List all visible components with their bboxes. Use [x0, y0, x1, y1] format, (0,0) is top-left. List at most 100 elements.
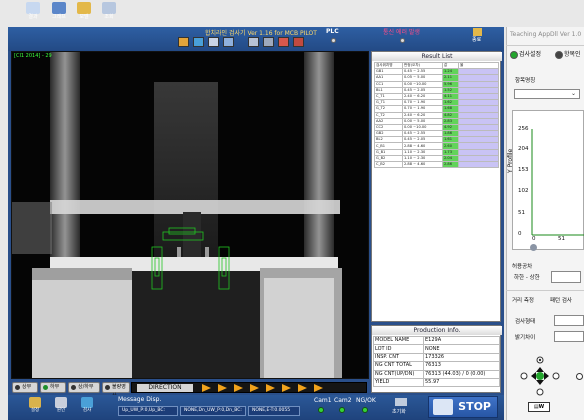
x-tick-label: 51	[558, 236, 565, 242]
cam1-label: Cam1	[314, 397, 332, 404]
x-tick-label: 0	[532, 236, 536, 242]
image-icon[interactable]	[223, 37, 234, 47]
direction-arrow-icon	[234, 384, 243, 392]
ngok-status-lamp	[362, 407, 368, 413]
y-tick-label: 256	[518, 126, 529, 132]
message-box-3: NONE,E-T:0.0055	[248, 406, 300, 416]
info-label: NG CNT TOTAL	[373, 361, 424, 371]
message-display-title: Message Disp.	[118, 396, 162, 403]
table-row: MODEL NAME E129A	[373, 335, 500, 346]
radio-top-bottom[interactable]: 상/하부	[68, 382, 100, 393]
cause-icon	[55, 397, 67, 408]
result-list-title: Result List	[372, 52, 502, 61]
cause-button[interactable]: 원인	[50, 397, 72, 414]
tolerance-input[interactable]	[551, 271, 581, 283]
production-info-panel: Production Info. MODEL NAME E129A LOT ID NO…	[371, 325, 502, 393]
direction-arrow-icon	[266, 384, 275, 392]
tab-inspection-settings[interactable]: 검사설정	[510, 49, 541, 60]
tolerance-label: 허용공차	[512, 264, 533, 270]
step-button[interactable]: ▤W	[528, 402, 550, 412]
info-value: 76313	[423, 361, 500, 371]
search-icon	[102, 2, 116, 14]
message-box-2: NONE,Dn_UW_P:0,Dn_BC:	[180, 406, 246, 416]
reset-icon[interactable]	[395, 398, 407, 406]
toolbar-model-button[interactable]: 모델	[73, 2, 95, 23]
y-tick-label: 102	[518, 188, 529, 194]
inspection-type-input[interactable]	[554, 315, 584, 326]
plc-label: PLC	[326, 28, 339, 35]
radio-top[interactable]: 상부	[12, 382, 38, 393]
inspect-icon	[81, 397, 93, 408]
ngok-label: NG/OK	[356, 397, 376, 404]
radio-bottom[interactable]: 하부	[40, 382, 66, 393]
viewport-status: [CI1 2014] - 29	[14, 53, 52, 59]
model-icon	[77, 2, 91, 14]
inspection-image-viewport[interactable]: [CI1 2014] - 29	[11, 51, 369, 379]
tab-pattern[interactable]: 패턴 검사	[550, 296, 572, 304]
record-icon[interactable]	[278, 37, 289, 47]
inspection-image	[12, 52, 368, 378]
table-row: LOT ID NONE	[373, 344, 500, 354]
grid-icon[interactable]	[208, 37, 219, 47]
direction-arrow-icon	[314, 384, 323, 392]
copy-icon[interactable]	[263, 37, 274, 47]
teaching-window-title: Teaching AppDll Ver 1.0	[510, 31, 582, 38]
y-tick-label: 153	[518, 167, 529, 173]
info-value: 76313 (44.03) / 0 (0.00)	[423, 369, 500, 379]
reset-label[interactable]: 초기화	[392, 408, 406, 415]
cam1-status-lamp	[318, 407, 324, 413]
info-value: NONE	[423, 344, 500, 354]
alarm-indicator	[400, 38, 405, 43]
toolbar-result-button[interactable]: 결과	[22, 2, 44, 23]
exit-label[interactable]: 종료	[472, 36, 481, 43]
info-label: LOT ID	[373, 344, 424, 354]
layers-icon[interactable]	[193, 37, 204, 47]
info-value: 173326	[423, 352, 500, 363]
row-name: C_B2	[374, 160, 403, 169]
row-range: 2.88 ~ 4.60	[402, 160, 443, 169]
production-info-title: Production Info.	[372, 326, 502, 335]
profile-chart-svg	[531, 129, 584, 236]
divider	[506, 45, 584, 46]
y-axis-label: Y Profile	[507, 148, 514, 173]
settings-button[interactable]: 설정	[24, 397, 46, 414]
toolbar-graph-button[interactable]: 그래프	[48, 2, 70, 23]
direction-pad[interactable]	[520, 356, 560, 396]
brightness-input[interactable]	[554, 331, 584, 342]
graph-icon	[52, 2, 66, 14]
cam2-label: Cam2	[334, 397, 352, 404]
tab-items[interactable]: 항목인	[555, 49, 581, 60]
stop-record-icon[interactable]	[293, 37, 304, 47]
tool-icon[interactable]	[248, 37, 259, 47]
toolbar-search-button[interactable]: 조회	[98, 2, 120, 23]
exit-icon[interactable]	[473, 28, 482, 36]
direction-arrow-icon	[298, 384, 307, 392]
inspect-button[interactable]: 검사	[76, 397, 98, 414]
cam2-status-lamp	[339, 407, 345, 413]
y-tick-label: 0	[518, 231, 522, 237]
direction-arrow-icon	[282, 384, 291, 392]
direction-arrow-icon	[250, 384, 259, 392]
camera-icon	[26, 2, 40, 14]
direction-label: DIRECTION	[137, 384, 193, 392]
item-name-select[interactable]: ⌄	[514, 89, 580, 99]
message-box-1: Up_UW_P:0,Up_BC:	[118, 406, 178, 416]
table-row: NG CNT TOTAL 76313	[373, 361, 500, 371]
slider-handle[interactable]	[530, 244, 537, 251]
divider	[506, 290, 584, 291]
table-row: NG CNT(UP/DN) 76313 (44.03) / 0 (0.00)	[373, 369, 500, 379]
production-info-table: MODEL NAME E129A LOT ID NONE INSP. CNT 173326…	[373, 335, 500, 388]
folder-icon[interactable]	[178, 37, 189, 47]
result-list-table: 검사위치명 판정(오차) 값 율 GB1 0.45 ~ 2.55 1.24 AA1 0.…	[374, 61, 499, 169]
y-tick-label: 51	[518, 210, 525, 216]
alarm-message: 통신 에러 발생	[383, 29, 420, 36]
info-label: NG CNT(UP/DN)	[373, 369, 424, 379]
tab-distance[interactable]: 거리 측정	[512, 296, 534, 304]
direction-indicator: DIRECTION	[131, 382, 367, 393]
stop-button[interactable]: STOP	[428, 396, 498, 418]
y-tick-label: 204	[518, 146, 529, 152]
stop-icon	[433, 399, 453, 415]
radio-option[interactable]	[576, 373, 583, 380]
info-value: E129A	[423, 335, 500, 346]
radio-defect-image[interactable]: 불량영상	[102, 382, 130, 399]
